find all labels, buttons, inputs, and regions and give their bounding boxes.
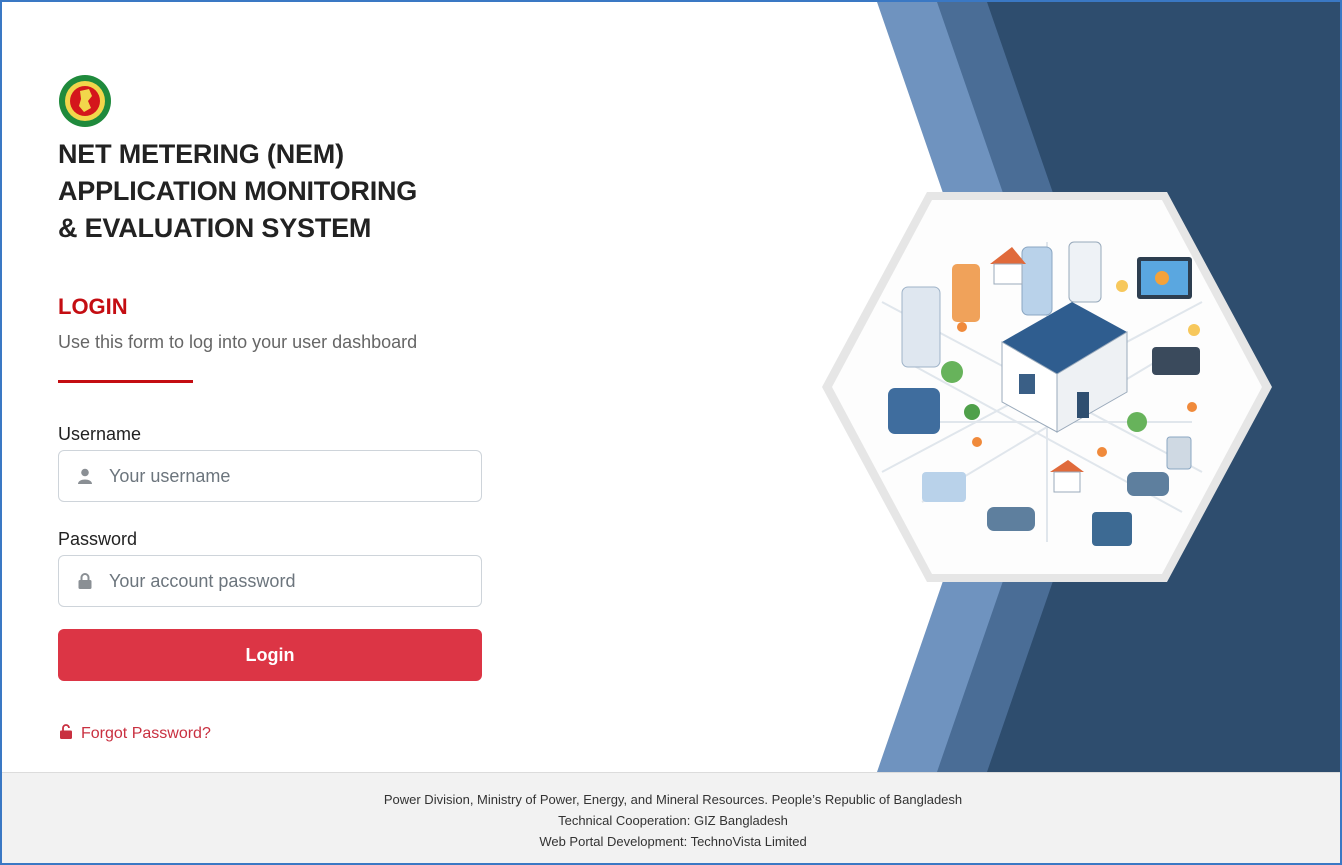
login-page: NET METERING (NEM) APPLICATION MONITORIN… (0, 0, 1342, 865)
password-label: Password (58, 529, 138, 549)
username-input[interactable] (109, 465, 469, 487)
title-line: NET METERING (NEM) (58, 139, 344, 169)
username-field[interactable] (58, 450, 482, 502)
government-seal-logo (59, 75, 111, 127)
footer-ministry: Power Division, Ministry of Power, Energ… (383, 792, 963, 807)
forgot-password-label: Forgot Password? (81, 725, 211, 742)
title-line: APPLICATION MONITORING (58, 176, 418, 206)
user-icon (75, 468, 95, 484)
login-heading: LOGIN (58, 294, 128, 319)
unlock-icon (60, 724, 72, 744)
login-subtitle: Use this form to log into your user dash… (58, 332, 418, 352)
heading-divider (58, 380, 193, 383)
page-title: NET METERING (NEM) APPLICATION MONITORIN… (58, 136, 528, 247)
login-button[interactable]: Login (58, 629, 482, 681)
lock-icon (75, 573, 95, 589)
footer-cooperation: Technical Cooperation: GIZ Bangladesh (558, 813, 788, 828)
password-input[interactable] (109, 570, 469, 592)
footer-developer: Web Portal Development: TechnoVista Limi… (539, 834, 807, 849)
footer: Power Division, Ministry of Power, Energ… (2, 772, 1340, 863)
title-line: & EVALUATION SYSTEM (58, 213, 372, 243)
username-label: Username (58, 424, 142, 444)
password-field[interactable] (58, 555, 482, 607)
forgot-password-link[interactable]: Forgot Password? (60, 724, 211, 744)
